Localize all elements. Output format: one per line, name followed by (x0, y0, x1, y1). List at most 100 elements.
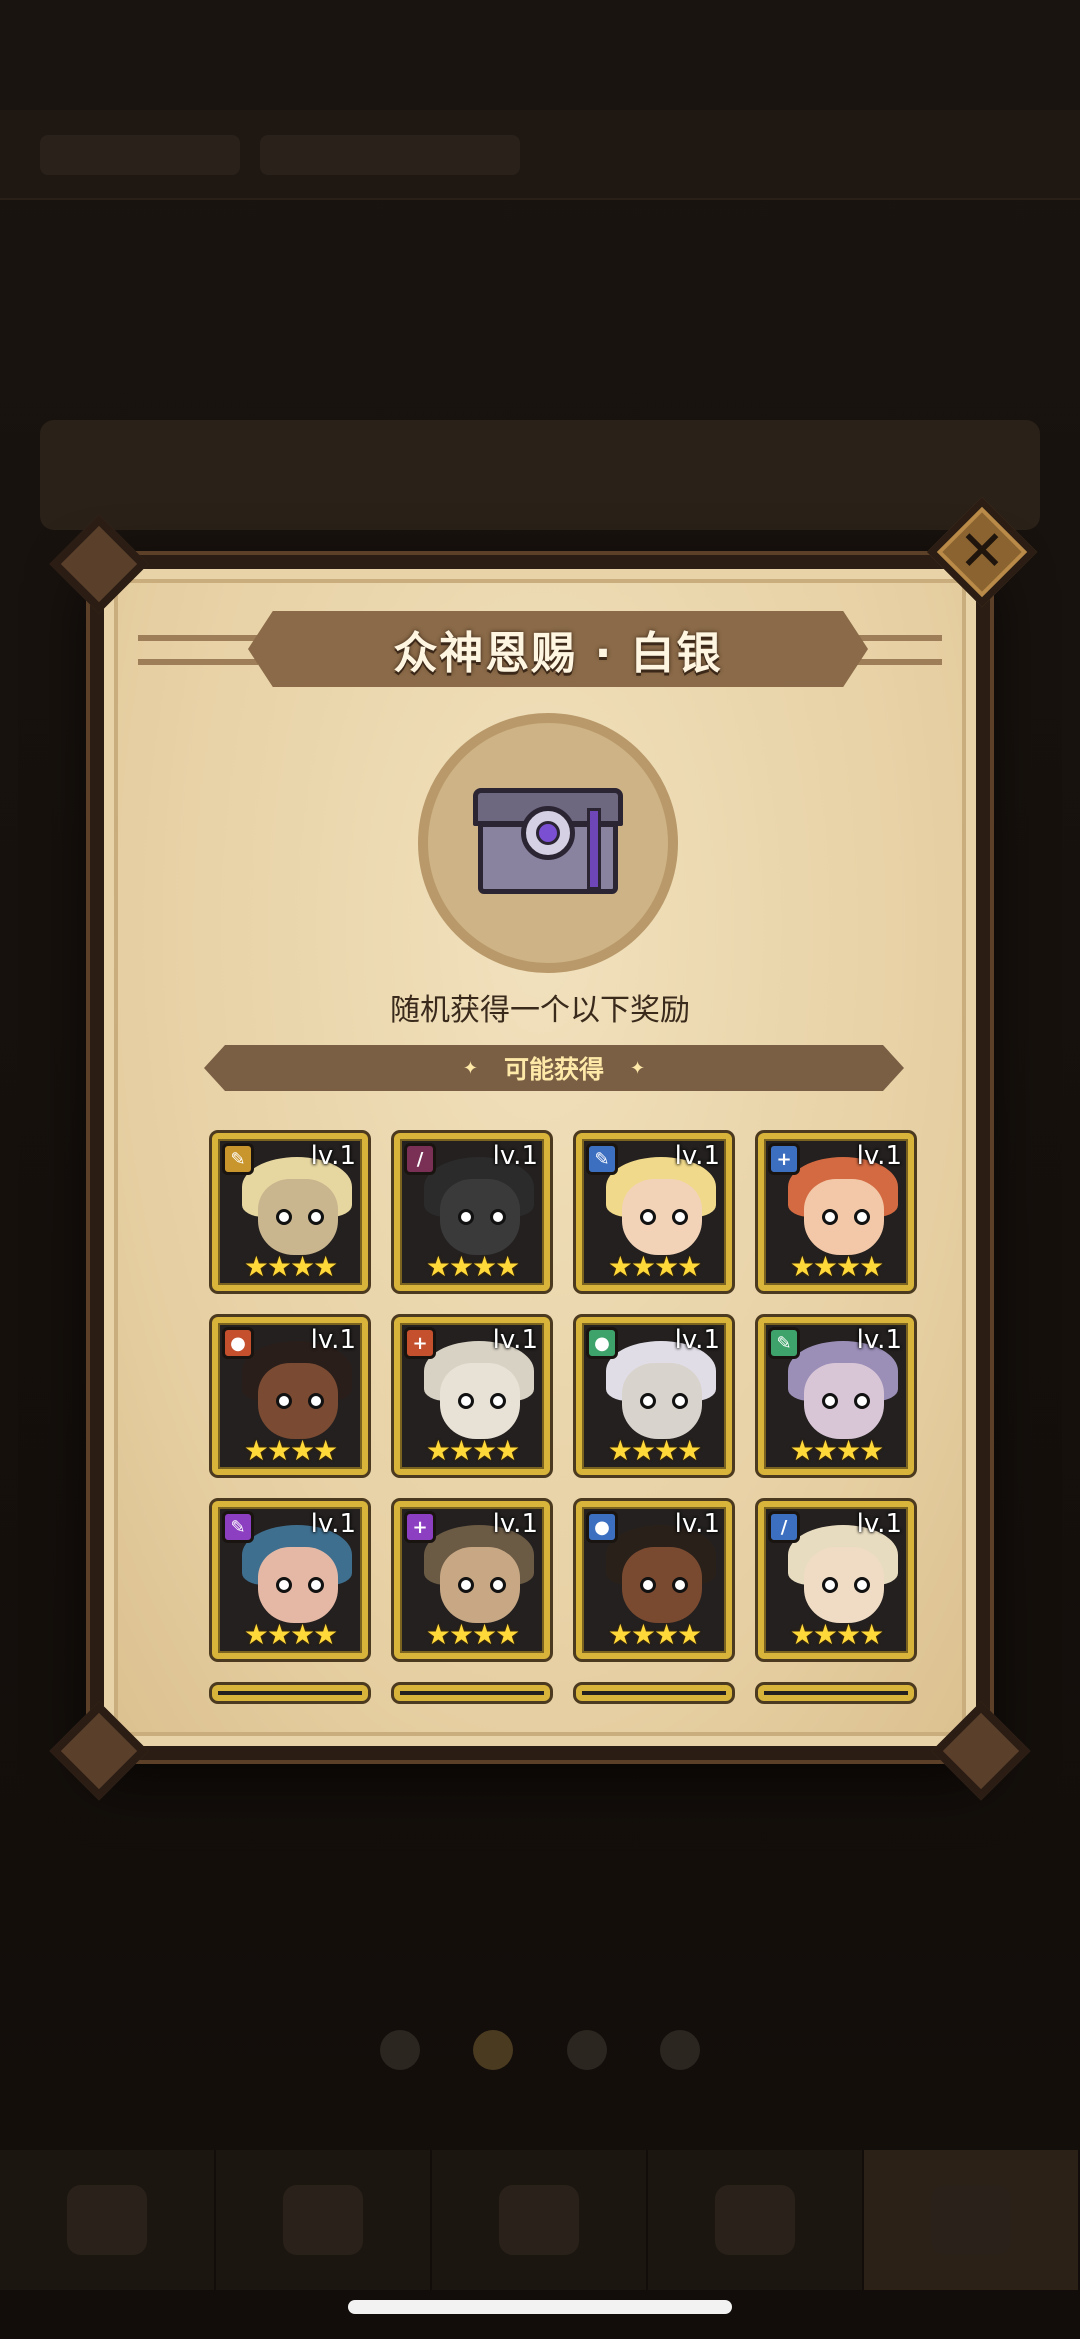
reward-card[interactable]: ✎ lv.1 ★★★★ (212, 1133, 368, 1291)
reward-grid: ✎ lv.1 ★★★★ / lv.1 ★★★★ ✎ lv.1 ★★★★ + lv.1 ★★★★ ● lv.… (212, 1133, 914, 1701)
hero-level: lv.1 (310, 1141, 356, 1171)
role-class-icon: ● (586, 1327, 618, 1359)
hero-level: lv.1 (492, 1325, 538, 1355)
hero-eye (490, 1393, 506, 1409)
hero-eye (672, 1577, 688, 1593)
nav-icon (499, 2185, 579, 2255)
reward-card[interactable]: ● lv.1 ★★★★ (576, 1501, 732, 1659)
hero-eye (672, 1393, 688, 1409)
hero-eye (854, 1577, 870, 1593)
title-banner: 众神恩赐 · 白银 (248, 611, 868, 687)
chest-frame (418, 713, 678, 973)
nav-icon (283, 2185, 363, 2255)
hero-face (622, 1179, 702, 1255)
hero-eye (276, 1577, 292, 1593)
hero-level: lv.1 (856, 1141, 902, 1171)
reward-card-partial[interactable] (212, 1685, 368, 1701)
hero-eye (308, 1577, 324, 1593)
hero-face (440, 1179, 520, 1255)
modal-title: 众神恩赐 · 白银 (393, 628, 723, 679)
hero-face (258, 1363, 338, 1439)
sparkle-icon-left: ✦ (462, 1057, 478, 1079)
reward-card[interactable]: + lv.1 ★★★★ (394, 1317, 550, 1475)
role-class-icon: ● (586, 1511, 618, 1543)
bottom-nav-item (432, 2150, 648, 2290)
hero-level: lv.1 (310, 1509, 356, 1539)
reward-card[interactable]: ● lv.1 ★★★★ (576, 1317, 732, 1475)
reward-card[interactable]: ● lv.1 ★★★★ (212, 1317, 368, 1475)
chest-lock-icon (521, 806, 575, 860)
hero-eye (640, 1577, 656, 1593)
home-indicator[interactable] (348, 2300, 732, 2314)
role-class-icon: ✎ (222, 1511, 254, 1543)
nav-icon (67, 2185, 147, 2255)
background-banner (40, 420, 1040, 530)
star-rating: ★★★★ (789, 1618, 884, 1651)
star-rating: ★★★★ (425, 1434, 520, 1467)
background-resource-gems (40, 135, 240, 175)
hero-eye (672, 1209, 688, 1225)
sparkle-icon-right: ✦ (630, 1057, 646, 1079)
hero-eye (822, 1393, 838, 1409)
modal-panel: 众神恩赐 · 白银 随机获得一个以下奖励 ✦ 可能获得 ✦ ✎ lv.1 ★★★★ /… (114, 579, 966, 1736)
hero-eye (854, 1209, 870, 1225)
reward-card-partial[interactable] (758, 1685, 914, 1701)
close-button[interactable]: ✕ (926, 496, 1038, 608)
hero-face (258, 1179, 338, 1255)
star-rating: ★★★★ (607, 1250, 702, 1283)
hero-face (622, 1363, 702, 1439)
section-label: 可能获得 (503, 1055, 604, 1084)
reward-card-partial[interactable] (394, 1685, 550, 1701)
star-rating: ★★★★ (243, 1434, 338, 1467)
role-class-icon: + (768, 1143, 800, 1175)
hero-level: lv.1 (492, 1141, 538, 1171)
bottom-nav-item (648, 2150, 864, 2290)
role-class-icon: / (404, 1143, 436, 1175)
role-class-icon: ✎ (222, 1143, 254, 1175)
hero-face (440, 1547, 520, 1623)
star-rating: ★★★★ (425, 1250, 520, 1283)
hero-eye (308, 1209, 324, 1225)
role-class-icon: ✎ (586, 1143, 618, 1175)
bottom-nav-item (216, 2150, 432, 2290)
page-dot (380, 2030, 420, 2070)
reward-card[interactable]: / lv.1 ★★★★ (758, 1501, 914, 1659)
bottom-nav-item-active (864, 2150, 1080, 2290)
star-rating: ★★★★ (425, 1618, 520, 1651)
reward-card[interactable]: ✎ lv.1 ★★★★ (212, 1501, 368, 1659)
page-dot (566, 2030, 607, 2070)
reward-card[interactable]: + lv.1 ★★★★ (394, 1501, 550, 1659)
hero-level: lv.1 (856, 1325, 902, 1355)
hero-eye (822, 1577, 838, 1593)
hero-eye (458, 1393, 474, 1409)
hero-eye (854, 1393, 870, 1409)
chest-band (587, 808, 601, 890)
hero-level: lv.1 (674, 1141, 720, 1171)
bottom-nav-item (0, 2150, 216, 2290)
silver-chest-icon (473, 788, 623, 898)
chest-lock-core (536, 821, 560, 845)
hero-level: lv.1 (492, 1509, 538, 1539)
reward-card[interactable]: / lv.1 ★★★★ (394, 1133, 550, 1291)
star-rating: ★★★★ (607, 1618, 702, 1651)
hero-eye (640, 1209, 656, 1225)
reward-card[interactable]: + lv.1 ★★★★ (758, 1133, 914, 1291)
hero-eye (458, 1577, 474, 1593)
nav-icon (715, 2185, 795, 2255)
reward-card[interactable]: ✎ lv.1 ★★★★ (576, 1133, 732, 1291)
star-rating: ★★★★ (789, 1250, 884, 1283)
hero-eye (490, 1577, 506, 1593)
role-class-icon: + (404, 1511, 436, 1543)
hero-level: lv.1 (674, 1325, 720, 1355)
reward-card-partial[interactable] (576, 1685, 732, 1701)
reward-card[interactable]: ✎ lv.1 ★★★★ (758, 1317, 914, 1475)
section-header: ✦ 可能获得 ✦ (204, 1045, 904, 1091)
close-x-icon: ✕ (958, 519, 1006, 584)
role-class-icon: / (768, 1511, 800, 1543)
star-rating: ★★★★ (243, 1618, 338, 1651)
hero-eye (490, 1209, 506, 1225)
reward-modal: 众神恩赐 · 白银 随机获得一个以下奖励 ✦ 可能获得 ✦ ✎ lv.1 ★★★★ /… (49, 514, 1031, 1801)
role-class-icon: + (404, 1327, 436, 1359)
hero-level: lv.1 (310, 1325, 356, 1355)
background-resource-energy (260, 135, 520, 175)
